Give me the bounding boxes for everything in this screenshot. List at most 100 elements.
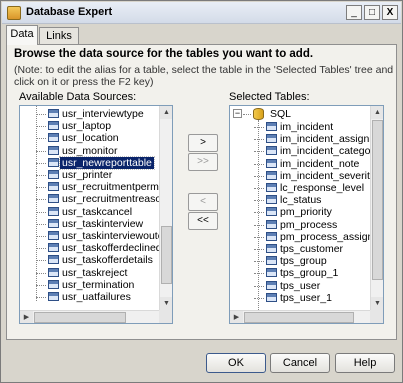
scrollbar-thumb[interactable] <box>161 226 172 284</box>
close-button[interactable]: X <box>382 5 398 20</box>
selected-tables-tree[interactable]: − SQL im_incident im_incident_assignment i… <box>229 105 384 324</box>
table-icon <box>48 194 59 204</box>
table-icon <box>266 134 277 144</box>
ok-button[interactable]: OK <box>206 353 266 373</box>
tree-connector <box>36 187 46 189</box>
tree-connector <box>254 285 264 287</box>
scrollbar-corner <box>370 310 383 323</box>
tree-connector <box>254 261 264 263</box>
tree-connector <box>36 260 46 262</box>
available-data-sources-label: Available Data Sources: <box>19 91 137 103</box>
tree-connector <box>36 223 46 225</box>
tree-connector <box>36 272 46 274</box>
scroll-down-arrow-icon[interactable]: ▼ <box>371 297 383 310</box>
table-icon <box>266 256 277 266</box>
table-icon <box>266 195 277 205</box>
tree-connector <box>254 200 264 202</box>
remove-all-tables-button[interactable]: << <box>188 212 218 230</box>
table-icon <box>48 121 59 131</box>
tree-connector <box>254 139 264 141</box>
selected-tables-label: Selected Tables: <box>229 91 310 103</box>
tree-connector <box>36 248 46 250</box>
title-bar[interactable]: Database Expert _ □ X <box>2 2 401 24</box>
cancel-button[interactable]: Cancel <box>270 353 330 373</box>
scroll-up-arrow-icon[interactable]: ▲ <box>371 106 383 119</box>
table-icon <box>48 218 59 228</box>
tree-connector <box>254 175 264 177</box>
table-icon <box>266 292 277 302</box>
database-expert-icon <box>7 6 21 20</box>
scroll-right-arrow-icon[interactable]: ▶ <box>230 311 243 323</box>
available-data-sources-tree[interactable]: usr_interviewtype usr_laptop usr_location u… <box>19 105 173 324</box>
vertical-scrollbar[interactable]: ▲ ▼ <box>370 106 383 323</box>
vertical-scrollbar[interactable]: ▲ ▼ <box>159 106 172 323</box>
table-icon <box>266 268 277 278</box>
table-icon <box>266 244 277 253</box>
tree-connector <box>36 138 46 140</box>
add-all-tables-button[interactable]: >> <box>188 153 218 171</box>
table-icon <box>48 267 59 277</box>
table-icon <box>48 157 59 167</box>
tree-connector <box>254 297 264 299</box>
horizontal-scrollbar[interactable]: ◀ ▶ <box>230 310 371 323</box>
tree-connector <box>36 162 46 164</box>
table-icon <box>48 231 59 240</box>
tree-connector <box>254 273 264 275</box>
tree-connector <box>36 126 46 128</box>
table-icon <box>266 146 277 156</box>
horizontal-scrollbar[interactable]: ◀ ▶ <box>20 310 160 323</box>
table-icon <box>48 170 59 179</box>
add-table-button[interactable]: > <box>188 134 218 152</box>
tree-connector <box>36 284 46 286</box>
tree-connector <box>254 127 264 128</box>
table-icon <box>48 292 59 301</box>
alias-note: (Note: to edit the alias for a table, se… <box>14 64 394 88</box>
table-icon <box>48 182 59 192</box>
maximize-button[interactable]: □ <box>364 5 380 20</box>
table-icon <box>48 255 59 265</box>
minimize-button[interactable]: _ <box>346 5 362 20</box>
table-icon <box>48 243 59 253</box>
table-icon <box>266 219 277 229</box>
table-icon <box>266 183 277 192</box>
tree-connector <box>36 236 46 237</box>
tree-connector <box>36 150 46 152</box>
scroll-up-arrow-icon[interactable]: ▲ <box>160 106 172 119</box>
tree-connector <box>254 163 264 165</box>
database-icon <box>253 108 264 120</box>
tree-connector <box>254 212 264 214</box>
help-button[interactable]: Help <box>335 353 395 373</box>
table-icon <box>48 206 59 216</box>
table-icon <box>266 207 277 217</box>
tree-connector <box>36 175 46 176</box>
tree-connector <box>254 249 264 250</box>
database-expert-window: Database Expert _ □ X Data Links Browse … <box>0 0 403 383</box>
table-icon <box>48 279 59 289</box>
tree-connector <box>36 211 46 213</box>
remove-table-button[interactable]: < <box>188 193 218 211</box>
tree-connector <box>243 114 251 115</box>
window-title: Database Expert <box>26 6 113 18</box>
horizontal-scrollbar-thumb[interactable] <box>34 312 126 323</box>
tree-connector <box>254 236 264 238</box>
table-icon <box>48 145 59 155</box>
tree-connector <box>254 151 264 153</box>
scroll-right-arrow-icon[interactable]: ▶ <box>20 311 33 323</box>
tab-data[interactable]: Data <box>6 25 38 45</box>
table-icon <box>266 170 277 180</box>
scrollbar-thumb[interactable] <box>372 120 383 280</box>
collapse-icon[interactable]: − <box>233 109 242 118</box>
table-icon <box>266 280 277 290</box>
tab-links[interactable]: Links <box>39 27 79 45</box>
table-icon <box>266 158 277 168</box>
instruction-heading: Browse the data source for the tables yo… <box>14 48 314 60</box>
table-icon <box>48 109 59 118</box>
horizontal-scrollbar-thumb[interactable] <box>244 312 354 323</box>
table-icon <box>266 231 277 241</box>
table-icon <box>48 133 59 143</box>
scrollbar-corner <box>159 310 172 323</box>
table-icon <box>266 122 277 131</box>
tree-connector <box>254 188 264 189</box>
scroll-down-arrow-icon[interactable]: ▼ <box>160 297 172 310</box>
tree-connector <box>254 224 264 226</box>
